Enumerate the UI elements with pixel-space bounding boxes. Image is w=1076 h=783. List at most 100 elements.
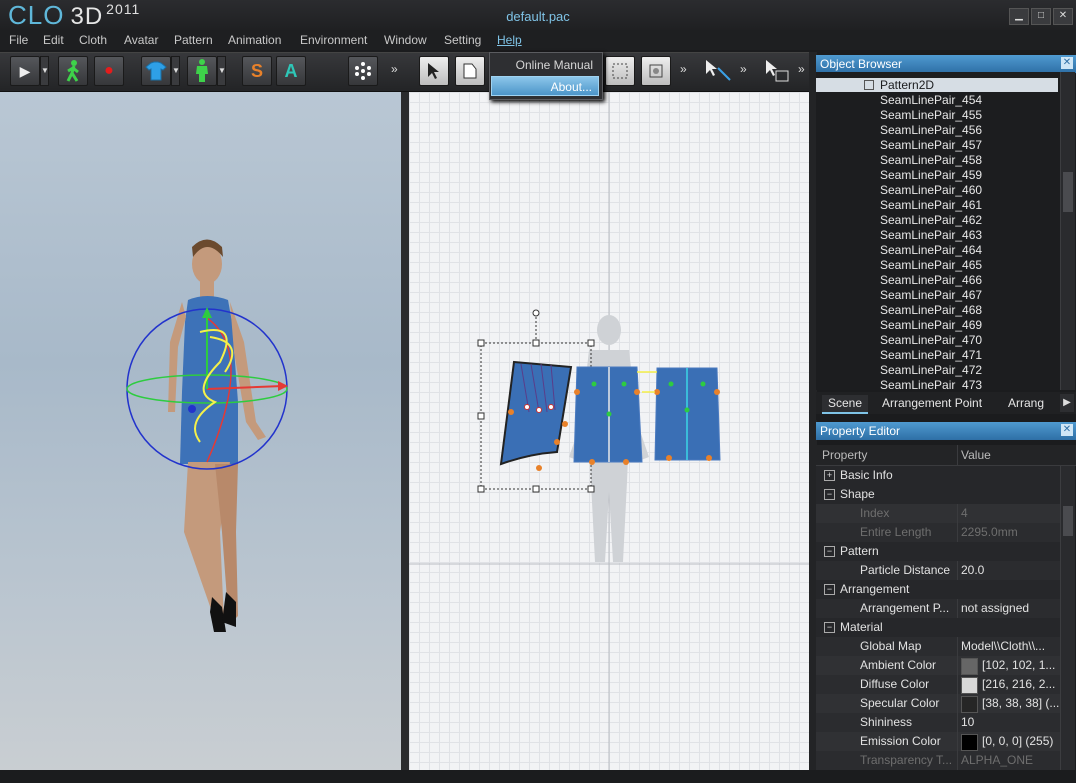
close-icon[interactable]: ✕ [1061,57,1073,69]
menu-cloth[interactable]: Cloth [79,33,107,47]
minimize-button[interactable]: ▁ [1009,8,1029,25]
s-mode-button[interactable]: S [242,56,272,86]
property-category[interactable]: − Shape [816,485,1060,504]
property-value[interactable]: Model\\Cloth\\... [961,637,1045,656]
color-swatch[interactable] [961,658,978,675]
menu-pattern[interactable]: Pattern [174,33,213,47]
property-row[interactable]: Shininess 10 [816,713,1060,732]
particles-button[interactable] [348,56,378,86]
collapse-icon[interactable]: − [824,546,835,557]
tree-item-seamlinepair[interactable]: SeamLinePair_455 [880,108,982,123]
collapse-icon[interactable]: − [824,622,835,633]
tree-item-seamlinepair[interactable]: SeamLinePair_465 [880,258,982,273]
close-button[interactable]: ✕ [1053,8,1073,25]
tree-item-seamlinepair[interactable]: SeamLinePair_471 [880,348,982,363]
2d-pattern-viewport[interactable] [409,92,809,770]
scrollbar-thumb[interactable] [1063,506,1073,536]
viewport-splitter[interactable] [401,92,409,770]
property-category[interactable]: − Material [816,618,1060,637]
tree-item-seamlinepair[interactable]: SeamLinePair_454 [880,93,982,108]
property-value[interactable]: not assigned [961,599,1029,618]
tab-scene[interactable]: Scene [822,395,869,414]
toolbar-more-3d[interactable]: » [391,62,398,76]
menu-window[interactable]: Window [384,33,427,47]
property-value[interactable]: 10 [961,713,974,732]
property-value[interactable]: 20.0 [961,561,984,580]
play-dropdown[interactable]: ▼ [40,56,49,86]
avatar-button[interactable] [187,56,217,86]
menu-file[interactable]: File [9,33,28,47]
pattern-piece-selected[interactable] [499,360,573,471]
cloth-button[interactable] [141,56,171,86]
menu-item-online-manual[interactable]: Online Manual [491,55,599,75]
tree-item-seamlinepair[interactable]: SeamLinePair_473 [880,378,982,390]
select-tool-button[interactable] [419,56,449,86]
edit-pattern-button[interactable] [455,56,485,86]
a-mode-button[interactable]: A [276,56,306,86]
property-value[interactable]: [102, 102, 1... [982,656,1055,675]
menu-environment[interactable]: Environment [300,33,367,47]
tree-item-seamlinepair[interactable]: SeamLinePair_466 [880,273,982,288]
pattern-piece-front[interactable] [573,366,643,465]
property-value[interactable]: [0, 0, 0] (255) [982,732,1053,751]
collapse-icon[interactable]: − [824,584,835,595]
property-row[interactable]: Entire Length 2295.0mm [816,523,1060,542]
transform-button[interactable] [605,56,635,86]
tree-item-seamlinepair[interactable]: SeamLinePair_469 [880,318,982,333]
toolbar-more-2d-b[interactable]: » [740,62,747,76]
property-row[interactable]: Diffuse Color [216, 216, 2... [816,675,1060,694]
property-grid[interactable]: + Basic Info − Shape Index 4 Entire Length 2295… [816,466,1060,770]
tree-item-seamlinepair[interactable]: SeamLinePair_457 [880,138,982,153]
property-row[interactable]: Global Map Model\\Cloth\\... [816,637,1060,656]
tree-node-pattern2d[interactable]: Pattern2D [816,78,1058,92]
object-browser-tree[interactable]: SeamLinePair_454 SeamLinePair_455 SeamLine… [816,72,1060,390]
menu-item-about[interactable]: About... [491,76,599,96]
tree-item-seamlinepair[interactable]: SeamLinePair_462 [880,213,982,228]
tree-expander-icon[interactable] [864,80,874,90]
tab-arrangement[interactable]: Arrang [1002,395,1058,412]
property-value[interactable]: 4 [961,504,968,523]
tree-item-seamlinepair[interactable]: SeamLinePair_458 [880,153,982,168]
color-swatch[interactable] [961,696,978,713]
property-value[interactable]: [38, 38, 38] (... [982,694,1059,713]
property-value[interactable]: [216, 216, 2... [982,675,1055,694]
tree-item-seamlinepair[interactable]: SeamLinePair_461 [880,198,982,213]
property-row[interactable]: Arrangement P... not assigned [816,599,1060,618]
property-category[interactable]: − Pattern [816,542,1060,561]
tab-scroll-right[interactable]: ▶ [1060,394,1074,412]
play-button[interactable]: ▶ [10,56,40,86]
pattern-piece-back[interactable] [654,367,721,461]
tree-item-seamlinepair[interactable]: SeamLinePair_463 [880,228,982,243]
avatar-dropdown[interactable]: ▼ [217,56,226,86]
menu-setting[interactable]: Setting [444,33,481,47]
tree-item-seamlinepair[interactable]: SeamLinePair_459 [880,168,982,183]
rotate-button[interactable] [641,56,671,86]
property-row[interactable]: Specular Color [38, 38, 38] (... [816,694,1060,713]
scrollbar-thumb[interactable] [1063,172,1073,212]
color-swatch[interactable] [961,734,978,751]
seam-tool-button[interactable] [702,58,732,87]
property-value[interactable]: ALPHA_ONE [961,751,1033,770]
cloth-dropdown[interactable]: ▼ [171,56,180,86]
3d-viewport[interactable] [0,92,401,770]
toolbar-more-2d-c[interactable]: » [798,62,805,76]
menu-avatar[interactable]: Avatar [124,33,158,47]
collapse-icon[interactable]: − [824,489,835,500]
tree-item-seamlinepair[interactable]: SeamLinePair_470 [880,333,982,348]
property-row[interactable]: Index 4 [816,504,1060,523]
property-category[interactable]: + Basic Info [816,466,1060,485]
menu-animation[interactable]: Animation [228,33,281,47]
tree-item-seamlinepair[interactable]: SeamLinePair_468 [880,303,982,318]
record-button[interactable]: ● [94,56,124,86]
tree-item-seamlinepair[interactable]: SeamLinePair_456 [880,123,982,138]
property-row[interactable]: Transparency T... ALPHA_ONE [816,751,1060,770]
toolbar-more-2d-a[interactable]: » [680,62,687,76]
menu-edit[interactable]: Edit [43,33,64,47]
tree-item-seamlinepair[interactable]: SeamLinePair_460 [880,183,982,198]
property-category[interactable]: − Arrangement [816,580,1060,599]
property-row[interactable]: Emission Color [0, 0, 0] (255) [816,732,1060,751]
select-pattern-button[interactable] [762,58,792,87]
tree-item-seamlinepair[interactable]: SeamLinePair_464 [880,243,982,258]
walk-button[interactable] [58,56,88,86]
object-browser-scrollbar[interactable] [1060,72,1075,390]
